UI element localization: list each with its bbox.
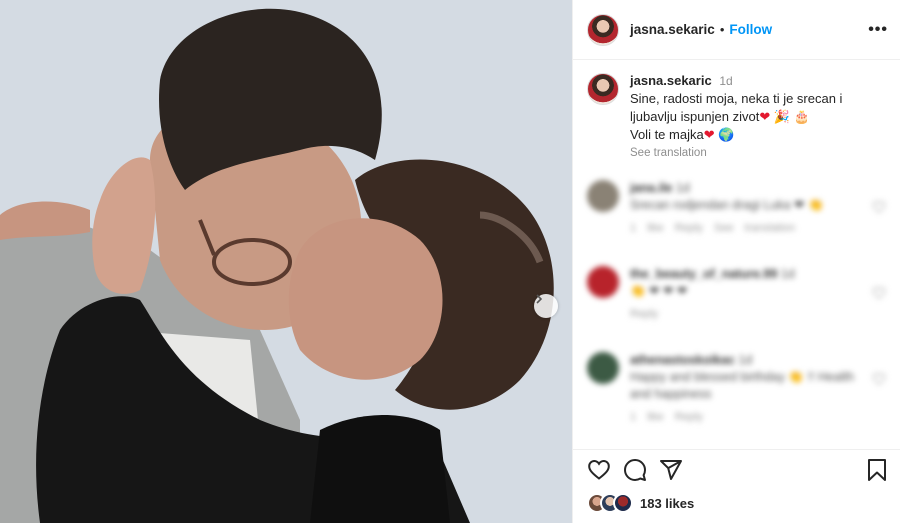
comment-like-icon[interactable] bbox=[872, 286, 886, 300]
comment-time: 1d bbox=[675, 181, 690, 195]
action-bar bbox=[573, 450, 900, 490]
header-username[interactable]: jasna.sekaric bbox=[630, 22, 715, 37]
comment-icon bbox=[624, 459, 646, 481]
cake-emoji: 🎂 bbox=[793, 109, 810, 124]
comment-meta[interactable]: Reply bbox=[630, 306, 872, 323]
post-footer: 183 likes bbox=[573, 449, 900, 523]
caption-line-3: Voli te majka❤ 🌍 bbox=[630, 126, 842, 144]
comment-meta[interactable]: 1 like Reply See translation bbox=[630, 220, 872, 237]
post-caption: jasna.sekaric 1d Sine, radosti moja, nek… bbox=[573, 60, 900, 162]
comment-username[interactable]: athenastoskoikac bbox=[630, 353, 735, 367]
comment-time: 1d bbox=[738, 353, 753, 367]
comment-like-icon[interactable] bbox=[872, 200, 886, 214]
comment-item: jana.ile 1d Srecan rodjendan dragi Luka … bbox=[573, 180, 900, 266]
globe-emoji: 🌍 bbox=[718, 127, 735, 142]
post-panel: jasna.sekaric • Follow ••• jasna.sekaric… bbox=[572, 0, 900, 523]
liker-avatar[interactable] bbox=[613, 493, 633, 513]
comment-avatar[interactable] bbox=[587, 180, 619, 212]
share-button[interactable] bbox=[659, 458, 683, 482]
follow-button[interactable]: Follow bbox=[729, 22, 772, 37]
comment-like-icon[interactable] bbox=[872, 372, 886, 386]
post-photo bbox=[0, 0, 572, 523]
like-button[interactable] bbox=[587, 458, 611, 482]
comment-avatar[interactable] bbox=[587, 352, 619, 384]
chevron-right-icon bbox=[536, 294, 543, 304]
comment-item: athenastoskoikac 1d Happy and blessed bi… bbox=[573, 352, 900, 442]
caption-time[interactable]: 1d bbox=[719, 74, 732, 88]
comment-meta[interactable]: 1 like Reply bbox=[630, 409, 872, 426]
carousel-next-button[interactable] bbox=[534, 294, 558, 318]
comment-username[interactable]: jana.ile bbox=[630, 181, 672, 195]
comment-avatar[interactable] bbox=[587, 266, 619, 298]
send-icon bbox=[660, 460, 682, 480]
caption-line-2: ljubavlju ispunjen zivot❤ 🎉 🎂 bbox=[630, 108, 842, 126]
likes-count[interactable]: 183 likes bbox=[640, 496, 694, 511]
comment-time: 1d bbox=[780, 267, 795, 281]
caption-line-1: Sine, radosti moja, neka ti je srecan i bbox=[630, 91, 843, 106]
heart-emoji: ❤ bbox=[759, 109, 771, 124]
photo-illustration bbox=[0, 0, 572, 523]
comment-username[interactable]: the_beauty_of_nature.99 bbox=[630, 267, 777, 281]
save-button[interactable] bbox=[866, 458, 888, 482]
party-emoji: 🎉 bbox=[773, 109, 791, 124]
avatar[interactable] bbox=[587, 13, 619, 46]
see-translation-link[interactable]: See translation bbox=[630, 144, 842, 162]
caption-line-3-text: Voli te majka bbox=[630, 127, 704, 142]
caption-username[interactable]: jasna.sekaric bbox=[630, 73, 712, 88]
bookmark-icon bbox=[868, 459, 886, 481]
comment-item: the_beauty_of_nature.99 1d 👏 ❤ ❤ ❤ Reply bbox=[573, 266, 900, 352]
caption-avatar[interactable] bbox=[587, 73, 619, 105]
comments-list: jana.ile 1d Srecan rodjendan dragi Luka … bbox=[573, 180, 900, 442]
more-options-icon[interactable]: ••• bbox=[868, 21, 888, 39]
heart-icon bbox=[588, 459, 610, 480]
heart-emoji-2: ❤ bbox=[703, 127, 715, 142]
caption-line-2-text: ljubavlju ispunjen zivot bbox=[630, 109, 760, 124]
post-header: jasna.sekaric • Follow ••• bbox=[573, 0, 900, 60]
comment-text: Happy and blessed birthday 👏 !! Health a… bbox=[630, 370, 855, 401]
comment-text: Srecan rodjendan dragi Luka ❤ 👏 bbox=[630, 198, 824, 212]
likes-row: 183 likes bbox=[573, 490, 900, 516]
comment-text: 👏 ❤ ❤ ❤ bbox=[630, 284, 688, 298]
separator-dot: • bbox=[719, 22, 725, 37]
comment-button[interactable] bbox=[623, 458, 647, 482]
